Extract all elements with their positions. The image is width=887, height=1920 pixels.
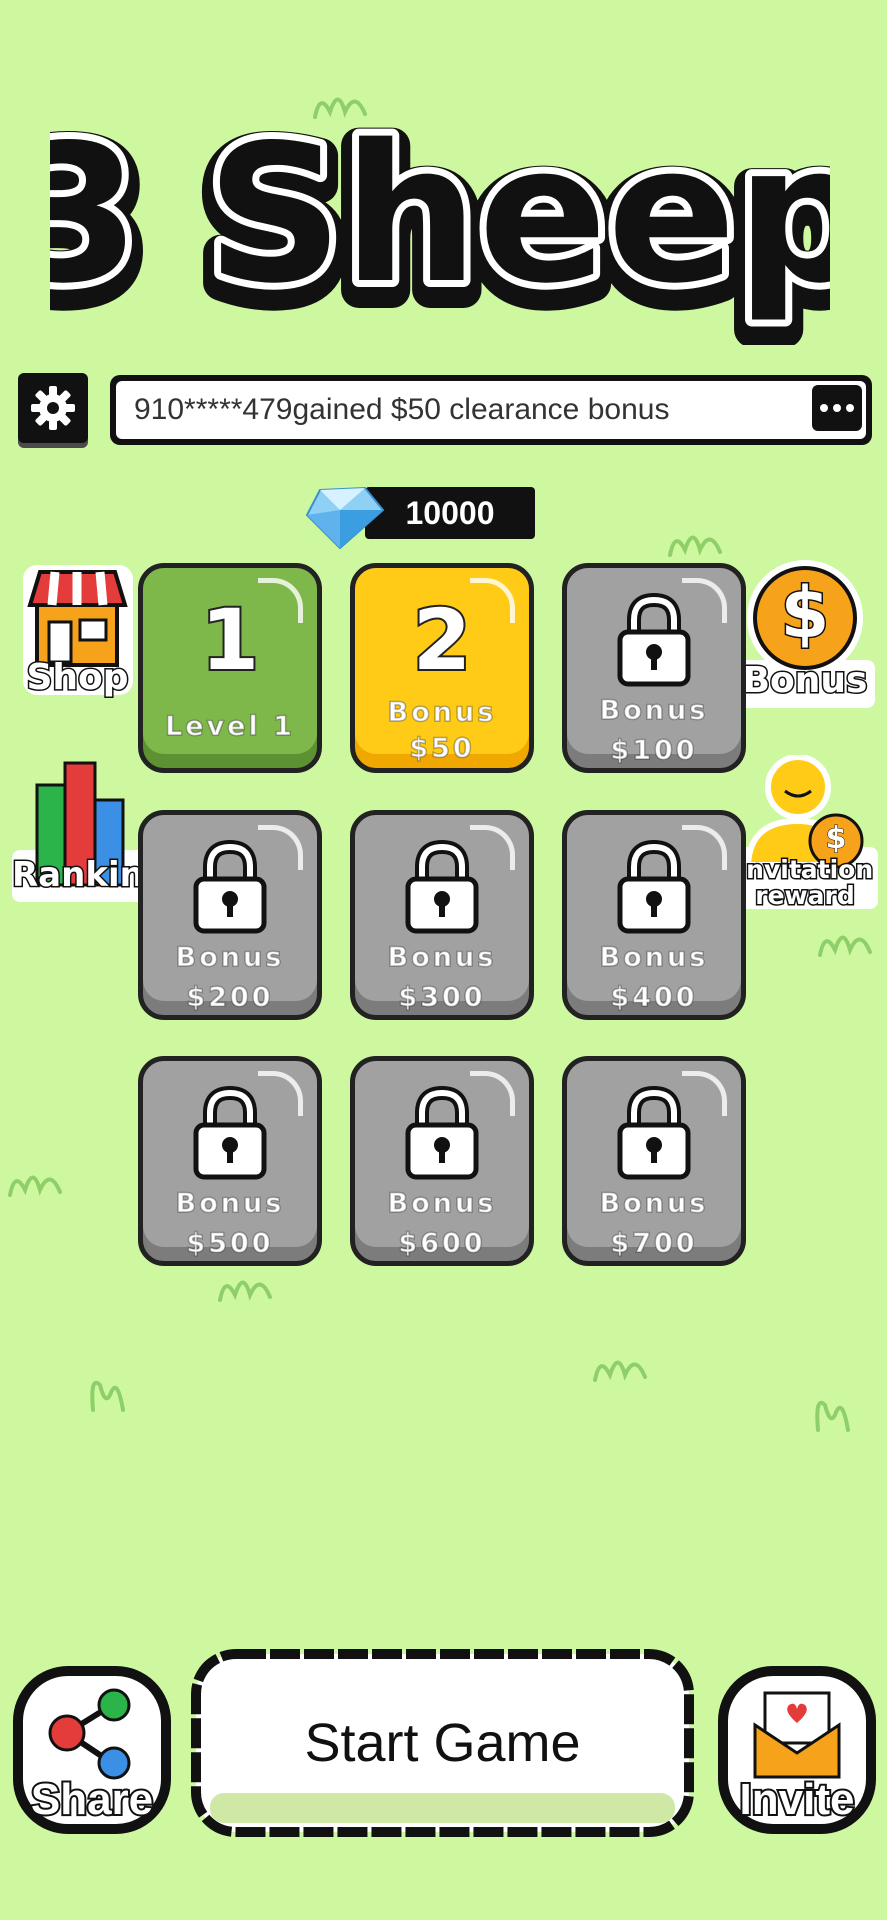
level-tile-9[interactable]: Bonus $700: [562, 1056, 746, 1266]
start-game-button[interactable]: Start Game: [190, 1648, 695, 1838]
dot: [846, 404, 854, 412]
gem-balance: 10000: [305, 480, 535, 550]
grass-decoration: [818, 935, 872, 957]
lock-icon: [193, 1085, 267, 1180]
level-reward: $200: [186, 981, 274, 1013]
lock-icon: [617, 592, 691, 687]
level-reward: $700: [610, 1227, 698, 1259]
level-tile-4[interactable]: Bonus $200: [138, 810, 322, 1020]
level-label: Bonus: [387, 1187, 497, 1219]
level-label: Bonus: [599, 1187, 709, 1219]
title-text: 3 Sheep: [50, 104, 830, 325]
invite-button[interactable]: Invite: [717, 1665, 877, 1835]
more-icon[interactable]: [812, 385, 862, 431]
level-tile-7[interactable]: Bonus $500: [138, 1056, 322, 1266]
grass-decoration: [90, 1380, 125, 1412]
notice-bar: 910*****479gained $50 clearance bonus: [110, 375, 872, 445]
start-game-label: Start Game: [304, 1713, 581, 1773]
dot: [820, 404, 828, 412]
level-tile-3[interactable]: Bonus $100: [562, 563, 746, 773]
level-tile-6[interactable]: Bonus $400: [562, 810, 746, 1020]
bonus-label: Bonus: [741, 659, 869, 703]
lock-icon: [617, 839, 691, 934]
invitation-label-line2: reward: [754, 880, 856, 912]
lock-icon: [193, 839, 267, 934]
level-reward: $400: [610, 981, 698, 1013]
level-tile-5[interactable]: Bonus $300: [350, 810, 534, 1020]
level-label: Bonus: [175, 1187, 285, 1219]
level-tile-2[interactable]: 2 Bonus $50: [350, 563, 534, 773]
diamond-icon: [305, 486, 385, 550]
lock-icon: [405, 1085, 479, 1180]
ranking-button[interactable]: Ranking: [11, 755, 170, 905]
grass-decoration: [815, 1400, 850, 1432]
title-logo: 3 Sheep 3 Sheep 3 Sheep: [0, 96, 887, 353]
level-label: Bonus: [599, 941, 709, 973]
level-reward: $100: [610, 734, 698, 766]
lock-icon: [617, 1085, 691, 1180]
invitation-coin-symbol: $: [825, 821, 847, 857]
share-label: Share: [29, 1773, 155, 1826]
game-title: 3 Sheep 3 Sheep 3 Sheep: [0, 95, 887, 353]
level-number: 1: [199, 591, 261, 689]
level-tile-8[interactable]: Bonus $600: [350, 1056, 534, 1266]
grass-decoration: [668, 535, 722, 557]
level-reward: $500: [186, 1227, 274, 1259]
level-label: Level 1: [164, 710, 295, 742]
level-reward: $50: [409, 732, 475, 764]
settings-button[interactable]: [18, 373, 88, 443]
level-reward: $600: [398, 1227, 486, 1259]
envelope-heart-icon: [753, 1691, 841, 1779]
level-label: Bonus: [175, 941, 285, 973]
bonus-dollar: $: [779, 571, 831, 656]
bonus-button[interactable]: $ Bonus: [735, 560, 875, 710]
level-number: 2: [411, 591, 473, 689]
shop-label: Shop: [25, 656, 130, 700]
gem-count: 10000: [365, 487, 535, 539]
level-label: Bonus: [387, 696, 497, 728]
invitation-reward-button[interactable]: $ Invitation reward: [730, 754, 880, 912]
grass-decoration: [218, 1280, 272, 1302]
notice-text: 910*****479gained $50 clearance bonus: [134, 393, 670, 426]
shop-button[interactable]: Shop: [15, 560, 140, 700]
ranking-label: Ranking: [11, 854, 170, 897]
invitation-label-line1: Invitation: [735, 854, 874, 886]
invite-label: Invite: [738, 1773, 857, 1826]
gear-icon: [31, 386, 75, 430]
level-reward: $300: [398, 981, 486, 1013]
share-button[interactable]: Share: [12, 1665, 172, 1835]
notice-inner: 910*****479gained $50 clearance bonus: [116, 381, 866, 439]
grass-decoration: [593, 1360, 647, 1382]
grass-decoration: [8, 1175, 62, 1197]
level-label: Bonus: [387, 941, 497, 973]
dot: [833, 404, 841, 412]
level-tile-1[interactable]: 1 Level 1: [138, 563, 322, 773]
level-label: Bonus: [599, 694, 709, 726]
lock-icon: [405, 839, 479, 934]
